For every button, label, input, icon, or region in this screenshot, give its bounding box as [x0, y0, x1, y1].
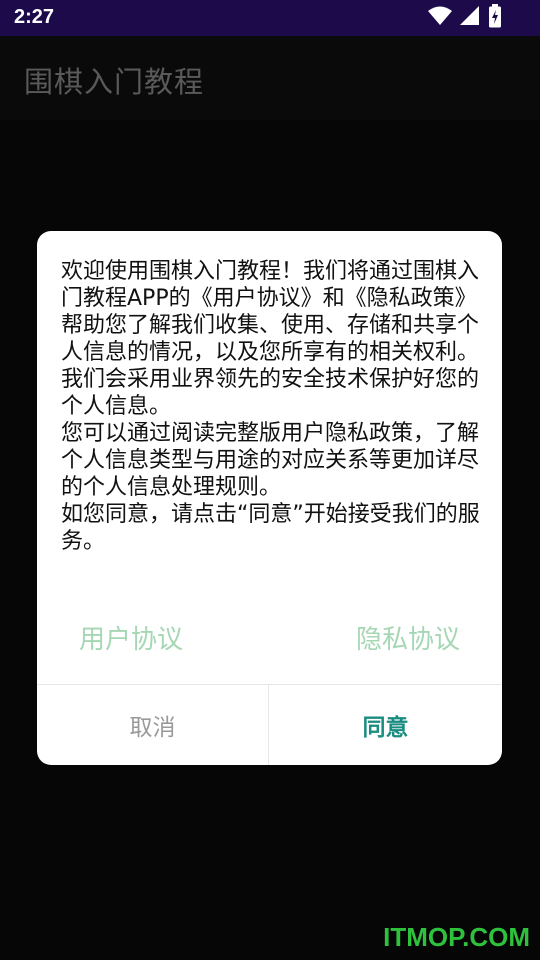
privacy-agreement-link[interactable]: 隐私协议 [356, 619, 460, 656]
status-bar: 2:27 [0, 0, 540, 36]
status-icons [428, 4, 502, 30]
agree-button[interactable]: 同意 [269, 685, 502, 765]
agreement-links: 用户协议 隐私协议 [37, 619, 502, 659]
dialog-paragraph: 我们会采用业界领先的安全技术保护好您的个人信息。 [61, 367, 480, 419]
battery-charging-icon [488, 4, 502, 32]
dialog-paragraph: 欢迎使用围棋入门教程！我们将通过围棋入门教程APP的《用户协议》和《隐私政策》帮… [61, 259, 480, 365]
wifi-icon [428, 6, 452, 30]
signal-icon [460, 6, 480, 30]
cancel-button[interactable]: 取消 [37, 685, 268, 765]
status-time: 2:27 [14, 6, 55, 28]
app-title: 围棋入门教程 [24, 65, 205, 99]
watermark: ITMOP.COM [383, 922, 530, 952]
user-agreement-link[interactable]: 用户协议 [79, 619, 183, 656]
dialog-paragraph: 如您同意，请点击“同意”开始接受我们的服务。 [61, 502, 480, 554]
dialog-paragraph: 您可以通过阅读完整版用户隐私政策，了解个人信息类型与用途的对应关系等更加详尽的个… [61, 421, 480, 500]
privacy-dialog: 欢迎使用围棋入门教程！我们将通过围棋入门教程APP的《用户协议》和《隐私政策》帮… [37, 231, 502, 765]
app-bar: 围棋入门教程 [0, 36, 540, 120]
dialog-message: 欢迎使用围棋入门教程！我们将通过围棋入门教程APP的《用户协议》和《隐私政策》帮… [61, 258, 483, 555]
